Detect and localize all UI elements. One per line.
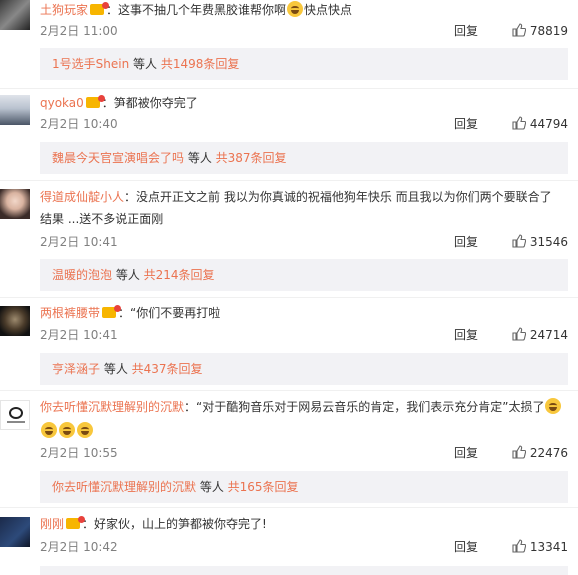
reply-mid-text: 等人: [196, 480, 228, 494]
reply-count-link[interactable]: 共437条回复: [132, 362, 203, 376]
comment-text-continued: 结果 ...送不多说正面刚: [40, 212, 164, 226]
avatar[interactable]: [0, 189, 30, 219]
reply-summary[interactable]: 魏晨今天官宣演唱会了吗 等人 共387条回复: [40, 142, 568, 174]
timestamp: 2月2日 10:40: [40, 117, 118, 131]
like-count: 44794: [529, 117, 568, 131]
comment-text: ：好家伙，山上的笋都被你夺完了!: [82, 517, 267, 531]
avatar[interactable]: [0, 0, 30, 30]
comment-text: ：“你们不要再打啦: [118, 306, 221, 320]
thumbs-up-icon: [512, 445, 526, 459]
comment-text-line: 你去听懂沉默理解别的沉默：“对于酷狗音乐对于网易云音乐的肯定，我们表示充分肯定”…: [40, 397, 568, 417]
reply-user-link[interactable]: 温暖的泡泡: [52, 268, 112, 282]
laugh-emoji-icon: [41, 422, 57, 438]
reply-button[interactable]: 回复: [454, 232, 478, 252]
grin-emoji-icon: [287, 1, 304, 17]
comment-meta: 2月2日 10:41 回复 31546: [40, 232, 568, 252]
avatar[interactable]: [0, 95, 30, 125]
avatar[interactable]: [0, 400, 30, 430]
reply-button[interactable]: 回复: [454, 537, 478, 557]
comment-text-line-2: [40, 421, 568, 441]
reply-user-link[interactable]: 1号选手Shein: [52, 57, 129, 71]
laugh-emoji-icon: [545, 398, 562, 414]
comment-text-line: 刚刚 ：好家伙，山上的笋都被你夺完了!: [40, 514, 568, 534]
timestamp: 2月2日 11:00: [40, 24, 118, 38]
reply-mid-text: 等人: [129, 57, 161, 71]
comment-text: ：这事不抽几个年费黑胶谁帮你啊: [106, 3, 287, 17]
reply-mid-text: 等人: [184, 151, 216, 165]
comment-text-line-2: 结果 ...送不多说正面刚: [40, 209, 568, 229]
like-button[interactable]: 31546: [512, 232, 568, 252]
divider: [0, 297, 578, 298]
like-count: 78819: [529, 24, 568, 38]
like-button[interactable]: 22476: [512, 443, 568, 463]
vip-badge-icon: [66, 516, 86, 529]
thumbs-up-icon: [512, 23, 526, 37]
comment-text-line: 得道成仙靛小人：没点开正文之前 我以为你真诚的祝福他狗年快乐 而且我以为你们两个…: [40, 187, 568, 207]
reply-button[interactable]: 回复: [454, 114, 478, 134]
vip-badge-icon: [90, 2, 110, 15]
like-button[interactable]: 44794: [512, 114, 568, 134]
comment-meta: 2月2日 10:55 回复 22476: [40, 443, 568, 463]
like-button[interactable]: 78819: [512, 21, 568, 41]
comment-text: ：没点开正文之前 我以为你真诚的祝福他狗年快乐 而且我以为你们两个要联合了: [124, 190, 552, 204]
username-link[interactable]: 得道成仙靛小人: [40, 190, 124, 204]
comment-text-after: 快点快点: [304, 3, 353, 17]
reply-count-link[interactable]: 共1498条回复: [161, 57, 240, 71]
username-link[interactable]: 你去听懂沉默理解别的沉默: [40, 400, 184, 414]
comment-text-line: qyoka0 ：笋都被你夺完了: [40, 93, 568, 113]
timestamp: 2月2日 10:41: [40, 328, 118, 342]
like-count: 22476: [529, 446, 568, 460]
reply-summary[interactable]: 1号选手Shein 等人 共1498条回复: [40, 48, 568, 80]
comment-meta: 2月2日 10:41 回复 24714: [40, 325, 568, 345]
divider: [0, 507, 578, 508]
divider: [0, 88, 578, 89]
divider: [0, 180, 578, 181]
reply-summary[interactable]: 温暖的泡泡 等人 共214条回复: [40, 259, 568, 291]
vip-badge-icon: [85, 95, 105, 108]
reply-summary[interactable]: 亨泽涵子 等人 共437条回复: [40, 353, 568, 385]
comment-text-line: 两根裤腰带 ：“你们不要再打啦: [40, 303, 568, 323]
comment-text-line: 土狗玩家 ：这事不抽几个年费黑胶谁帮你啊 快点快点: [40, 0, 568, 20]
comment-meta: 2月2日 10:40 回复 44794: [40, 114, 568, 134]
reply-count-link[interactable]: 共214条回复: [144, 268, 215, 282]
reply-mid-text: 等人: [112, 268, 144, 282]
like-count: 13341: [529, 540, 568, 554]
like-count: 31546: [529, 235, 568, 249]
comment-text: ：“对于酷狗音乐对于网易云音乐的肯定，我们表示充分肯定”太损了: [184, 400, 545, 414]
laugh-emoji-icon: [59, 422, 75, 438]
thumbs-up-icon: [512, 539, 526, 553]
reply-count-link[interactable]: 共387条回复: [216, 151, 287, 165]
comment-meta: 2月2日 10:42 回复 13341: [40, 537, 568, 557]
thumbs-up-icon: [512, 116, 526, 130]
avatar[interactable]: [0, 306, 30, 336]
divider: [0, 390, 578, 391]
comment-meta: 2月2日 11:00 回复 78819: [40, 21, 568, 41]
reply-button[interactable]: 回复: [454, 325, 478, 345]
reply-summary-partial: [40, 566, 568, 575]
timestamp: 2月2日 10:42: [40, 540, 118, 554]
reply-count-link[interactable]: 共165条回复: [228, 480, 299, 494]
reply-summary[interactable]: 你去听懂沉默理解别的沉默 等人 共165条回复: [40, 471, 568, 503]
like-button[interactable]: 24714: [512, 325, 568, 345]
reply-user-link[interactable]: 你去听懂沉默理解别的沉默: [52, 480, 196, 494]
vip-badge-icon: [102, 305, 122, 318]
username-link[interactable]: 土狗玩家: [40, 3, 88, 17]
reply-button[interactable]: 回复: [454, 21, 478, 41]
like-count: 24714: [529, 328, 568, 342]
like-button[interactable]: 13341: [512, 537, 568, 557]
avatar[interactable]: [0, 517, 30, 547]
reply-user-link[interactable]: 魏晨今天官宣演唱会了吗: [52, 151, 184, 165]
reply-button[interactable]: 回复: [454, 443, 478, 463]
reply-mid-text: 等人: [100, 362, 132, 376]
timestamp: 2月2日 10:55: [40, 446, 118, 460]
username-link[interactable]: qyoka0: [40, 96, 84, 110]
thumbs-up-icon: [512, 327, 526, 341]
laugh-emoji-icon: [77, 422, 93, 438]
thumbs-up-icon: [512, 234, 526, 248]
reply-user-link[interactable]: 亨泽涵子: [52, 362, 100, 376]
username-link[interactable]: 两根裤腰带: [40, 306, 100, 320]
timestamp: 2月2日 10:41: [40, 235, 118, 249]
username-link[interactable]: 刚刚: [40, 517, 64, 531]
comment-text: ：笋都被你夺完了: [101, 96, 198, 110]
